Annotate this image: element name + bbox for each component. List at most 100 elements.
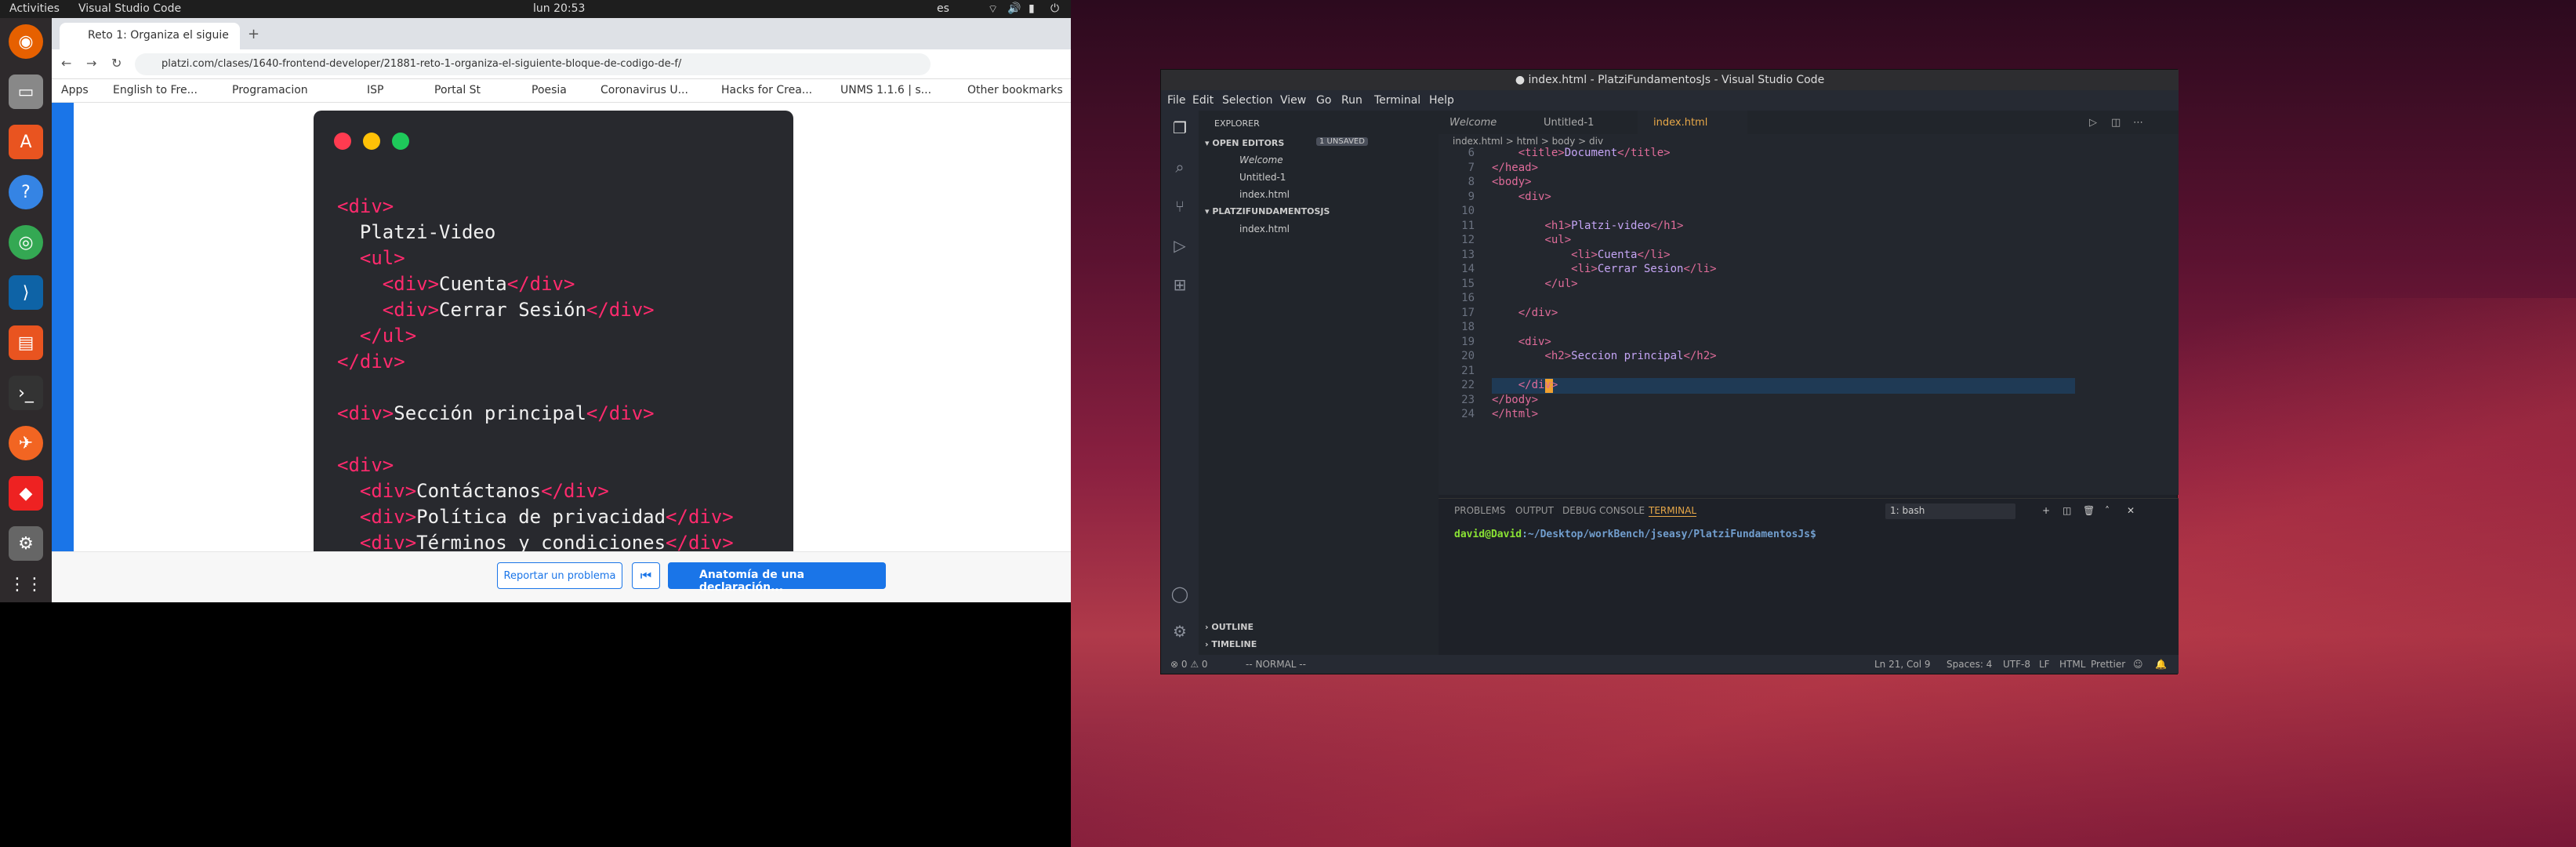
previous-lesson-icon[interactable]: ⏮ [632,562,660,589]
forward-icon[interactable]: → [86,56,96,71]
file-index[interactable]: index.html [1239,224,1290,234]
close-panel-icon[interactable]: ✕ [2127,505,2135,516]
panel-tab-problems[interactable]: PROBLEMS [1454,505,1506,516]
line-number: 18 [1461,321,1475,333]
network-icon[interactable]: ⌔ [988,2,998,16]
language-indicator[interactable]: es [937,2,949,15]
extensions-icon[interactable]: ⊞ [1170,275,1189,294]
menu-file[interactable]: File [1167,94,1185,107]
tab-welcome[interactable]: Welcome [1449,111,1536,134]
run-icon[interactable]: ▷ [2089,111,2097,134]
account-icon[interactable]: ◯ [1170,584,1189,603]
code-line: </div> [1518,306,1558,319]
report-problem-button[interactable]: Reportar un problema [497,562,622,589]
terminal-output[interactable]: david@David:~/Desktop/workBench/jseasy/P… [1454,529,1816,540]
bookmark[interactable]: Apps [61,84,89,96]
bookmark[interactable]: Coronavirus U... [600,84,688,96]
timeline-section[interactable]: › TIMELINE [1205,639,1257,649]
kill-terminal-icon[interactable]: 🗑 [2083,505,2095,516]
code-editor[interactable]: 6 <title>Document</title> 7 </head> 8 <body>… [1439,147,2179,495]
bookmark[interactable]: English to Fre... [113,84,198,96]
bookmark[interactable]: ISP [367,84,383,96]
activities-button[interactable]: Activities [9,2,60,15]
menu-go[interactable]: Go [1316,94,1331,107]
postman-icon[interactable]: ✈ [9,426,43,460]
bookmark[interactable]: Other bookmarks [967,84,1063,96]
bottom-panel: PROBLEMS OUTPUT DEBUG CONSOLE TERMINAL 1… [1439,498,2179,655]
files-icon[interactable]: ▭ [9,75,43,109]
tab-index[interactable]: index.html [1638,111,1747,134]
menu-view[interactable]: View [1280,94,1306,107]
next-lesson-button[interactable]: Anatomía de una declaración... [668,562,886,594]
search-icon[interactable]: ⌕ [1170,158,1189,176]
menu-terminal[interactable]: Terminal [1374,94,1420,107]
open-editor-welcome[interactable]: Welcome [1239,154,1283,165]
vscode-icon[interactable]: ⟩ [9,275,43,310]
terminal-select[interactable]: 1: bash [1885,503,2015,519]
split-editor-icon[interactable]: ◫ [2111,111,2121,134]
more-actions-icon[interactable]: ⋯ [2133,111,2143,134]
bookmark[interactable]: Hacks for Crea... [721,84,812,96]
power-icon[interactable]: ⏻ [1050,2,1059,15]
software-icon[interactable]: A [9,125,43,159]
manage-gear-icon[interactable]: ⚙ [1170,622,1189,641]
menu-run[interactable]: Run [1341,94,1362,107]
problems-count[interactable]: ⊗ 0 ⚠ 0 [1170,659,1208,670]
prompt-path: :~/Desktop/workBench/jseasy/PlatziFundam… [1522,529,1816,540]
prettier-status[interactable]: Prettier [2091,659,2125,670]
language-mode[interactable]: HTML [2059,659,2085,670]
bookmark[interactable]: Portal St [434,84,481,96]
project-folder[interactable]: ▾ PLATZIFUNDAMENTOSJS [1205,206,1330,216]
outline-section[interactable]: › OUTLINE [1205,622,1254,632]
new-tab-button[interactable]: + [248,26,265,43]
code-line: <body> [1492,176,1532,188]
yellow-dot [363,133,380,150]
address-bar[interactable]: platzi.com/clases/1640-frontend-develope… [135,53,931,75]
browser-tab[interactable]: Reto 1: Organiza el siguie [60,23,240,49]
bell-icon[interactable]: 🔔 [2155,659,2167,670]
maximize-panel-icon[interactable]: ˄ [2105,505,2110,516]
source-control-icon[interactable]: ⑂ [1170,197,1189,216]
bookmarks-bar: Apps English to Fre... Programacion ISP … [52,79,1071,103]
feedback-icon[interactable]: ☺ [2133,659,2143,670]
editor-tabs: Welcome Untitled-1 index.html ▷ ◫ ⋯ [1439,111,2179,134]
menu-help[interactable]: Help [1429,94,1454,107]
menu-edit[interactable]: Edit [1192,94,1214,107]
show-apps-icon[interactable]: ⋮⋮ [9,567,43,602]
panel-tab-debug[interactable]: DEBUG CONSOLE [1562,505,1645,516]
impress-icon[interactable]: ▤ [9,325,43,360]
code-card: <div> Platzi-Video <ul> <div>Cuenta</div… [314,111,793,565]
tab-untitled[interactable]: Untitled-1 [1544,111,1630,134]
eol[interactable]: LF [2039,659,2050,670]
anydesk-icon[interactable]: ◆ [9,476,43,511]
split-terminal-icon[interactable]: ◫ [2063,505,2071,516]
bookmark[interactable]: Programacion [232,84,308,96]
menu-selection[interactable]: Selection [1222,94,1273,107]
settings-icon[interactable]: ⚙ [9,526,43,561]
open-editor-untitled[interactable]: Untitled-1 [1239,172,1286,183]
battery-icon[interactable]: ▮ [1029,2,1035,15]
new-terminal-icon[interactable]: + [2042,505,2050,516]
run-debug-icon[interactable]: ▷ [1170,236,1189,255]
cursor-position[interactable]: Ln 21, Col 9 [1874,659,1931,670]
terminal-icon[interactable]: ›_ [9,376,43,410]
explorer-icon[interactable]: ❐ [1170,118,1189,137]
open-editors-header[interactable]: ▾ OPEN EDITORS [1205,138,1284,148]
volume-icon[interactable]: 🔊 [1007,2,1021,15]
firefox-icon[interactable]: ◉ [9,24,43,59]
indent-setting[interactable]: Spaces: 4 [1947,659,1992,670]
chrome-icon[interactable]: ◎ [9,225,43,260]
panel-tab-output[interactable]: OUTPUT [1515,505,1554,516]
help-icon[interactable]: ? [9,175,43,209]
panel-tab-terminal[interactable]: TERMINAL [1649,505,1697,517]
back-icon[interactable]: ← [61,56,71,71]
reload-icon[interactable]: ↻ [111,56,122,71]
encoding[interactable]: UTF-8 [2003,659,2030,670]
chrome-window: Reto 1: Organiza el siguie + ← → ↻ platz… [52,18,1071,602]
bookmark[interactable]: Poesia [532,84,567,96]
app-menu[interactable]: Visual Studio Code [78,2,181,15]
clock[interactable]: lun 20:53 [533,2,585,15]
open-editor-index[interactable]: index.html [1239,189,1290,200]
current-line-highlight [1492,378,2075,394]
bookmark[interactable]: UNMS 1.1.6 | s... [840,84,931,96]
